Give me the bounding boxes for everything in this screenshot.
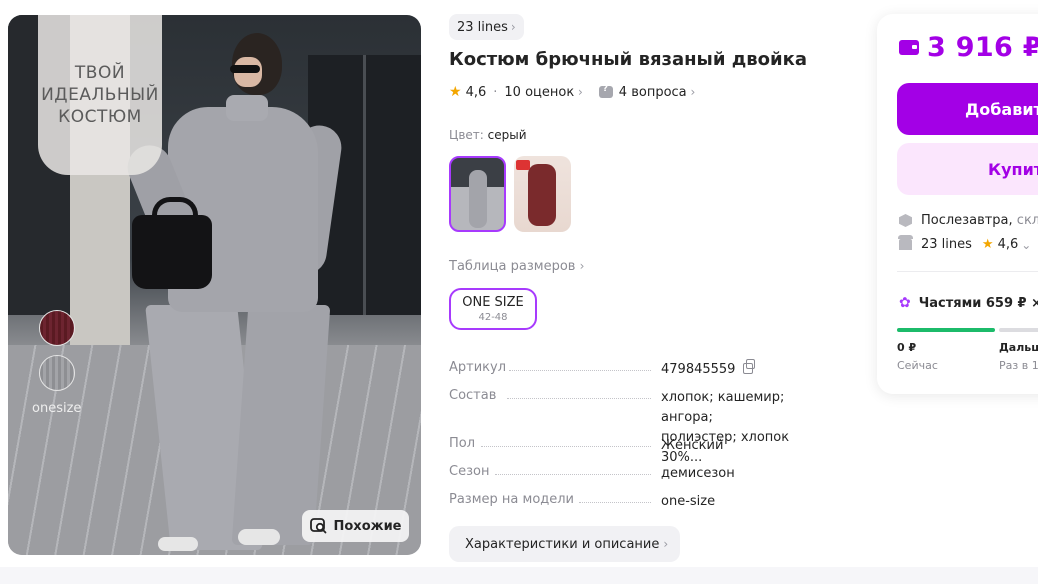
spec-key: Пол <box>449 436 476 451</box>
spec-row-model-size: Размер на модели one-size <box>449 492 834 512</box>
photo-promo-badge: ТВОЙ ИДЕАЛЬНЫЙ КОСТЮМ <box>38 15 162 175</box>
questions-link[interactable]: 4 вопроса <box>619 85 687 100</box>
search-similar-icon <box>309 518 326 534</box>
spec-key: Состав <box>449 388 497 403</box>
rating-value: 4,6 <box>465 84 487 100</box>
color-swatch-burgundy <box>39 310 75 346</box>
chevron-right-icon: › <box>510 20 516 34</box>
installments-label: Частями 659 ₽ × 6 <box>918 295 1038 311</box>
model-turtleneck <box>226 95 268 121</box>
question-icon <box>598 84 613 98</box>
spec-row-season: Сезон демисезон <box>449 464 834 484</box>
chevron-down-icon: ⌄ <box>1021 237 1032 252</box>
model-shoe-left <box>158 537 198 551</box>
similar-button[interactable]: Похожие <box>302 510 409 542</box>
color-option-gray[interactable] <box>449 156 506 232</box>
installment-progress-now <box>897 328 995 332</box>
pay-later-amount: Дальш <box>999 341 1038 354</box>
photo-onesize-label: onesize <box>32 401 82 416</box>
spec-value: демисезон <box>661 466 735 481</box>
spec-value: Женский <box>661 438 724 453</box>
spec-leader <box>509 370 651 371</box>
price-row: 3 916 ₽ 10 <box>899 32 1038 63</box>
product-main-photo[interactable]: ТВОЙ ИДЕАЛЬНЫЙ КОСТЮМ onesize Похожие <box>8 15 421 555</box>
rating-row: ★ 4,6 · 10 оценок › 4 вопроса › <box>449 84 695 100</box>
model-trousers-right <box>231 305 331 545</box>
delivery-row: Послезавтра, скла <box>899 213 1038 228</box>
buy-now-label: Купить <box>988 159 1038 179</box>
size-option-range: 42-48 <box>478 312 508 323</box>
spec-row-gender: Пол Женский <box>449 436 834 456</box>
color-value: серый <box>487 128 527 142</box>
spec-key: Размер на модели <box>449 492 575 507</box>
spec-value: one-size <box>661 494 716 509</box>
color-label: Цвет: серый <box>449 128 527 142</box>
current-price: 3 916 ₽ <box>927 32 1038 63</box>
product-title: Костюм брючный вязаный двойка <box>449 49 807 70</box>
spec-leader <box>481 446 651 447</box>
buy-now-button[interactable]: Купить <box>897 143 1038 195</box>
spec-key: Артикул <box>449 360 507 375</box>
delivery-warehouse: скла <box>1016 213 1038 228</box>
spec-value: 479845559 <box>661 359 756 380</box>
installment-progress-later <box>999 328 1038 332</box>
spec-row-composition: Состав хлопок; кашемир; ангора; полиэстер… <box>449 388 834 465</box>
copy-icon[interactable] <box>743 359 756 374</box>
page-bottom-strip <box>0 567 1038 584</box>
chevron-right-icon: › <box>663 537 669 551</box>
separator-dot: · <box>493 84 498 100</box>
add-to-cart-button[interactable]: Добавить <box>897 83 1038 135</box>
card-divider <box>897 271 1038 272</box>
spec-row-article: Артикул 479845559 <box>449 359 834 380</box>
seller-row[interactable]: 23 lines ★ 4,6 ⌄ <box>898 235 1032 252</box>
spec-leader <box>507 398 651 399</box>
model-shoe-right <box>238 529 280 545</box>
spec-value: хлопок; кашемир; ангора; полиэстер; хлопо… <box>661 388 834 468</box>
size-table-label: Таблица размеров <box>449 259 576 274</box>
size-option-one-size[interactable]: ONE SIZE 42-48 <box>449 288 537 330</box>
model-sunglasses <box>230 65 260 73</box>
characteristics-button-label: Характеристики и описание <box>465 536 660 552</box>
reviews-link[interactable]: 10 оценок <box>504 85 574 100</box>
wallet-icon <box>899 40 919 55</box>
article-number: 479845559 <box>661 362 736 377</box>
pay-later-label: Раз в 14 <box>999 359 1038 372</box>
brand-link[interactable]: 23 lines › <box>449 14 524 40</box>
characteristics-button[interactable]: Характеристики и описание › <box>449 526 681 562</box>
seller-rating: 4,6 <box>997 237 1019 252</box>
installments-icon: ✿ <box>899 295 911 311</box>
size-option-label: ONE SIZE <box>462 295 524 310</box>
buy-card: 3 916 ₽ 10 Добавить Купить Послезавтра, … <box>877 14 1038 394</box>
color-label-key: Цвет: <box>449 128 484 142</box>
brand-name: 23 lines <box>457 19 508 35</box>
installments-row[interactable]: ✿ Частями 659 ₽ × 6 <box>899 295 1038 311</box>
color-swatch-gray <box>39 355 75 391</box>
spec-key: Сезон <box>449 464 490 479</box>
chevron-right-icon: › <box>579 259 585 273</box>
composition-line-1: хлопок; кашемир; ангора; <box>661 390 785 425</box>
similar-button-label: Похожие <box>333 518 402 534</box>
chevron-right-icon: › <box>574 85 583 99</box>
color-option-burgundy[interactable] <box>514 156 571 232</box>
chevron-right-icon: › <box>686 85 696 99</box>
spec-leader <box>579 502 651 503</box>
pay-now-amount: 0 ₽ <box>897 341 917 354</box>
store-icon <box>898 235 913 250</box>
model-handbag <box>132 197 212 289</box>
delivery-date: Послезавтра, <box>921 213 1013 228</box>
seller-name: 23 lines <box>921 237 972 252</box>
star-icon: ★ <box>449 84 462 100</box>
box-icon <box>899 214 912 227</box>
size-table-link[interactable]: Таблица размеров › <box>449 259 584 274</box>
add-to-cart-label: Добавить <box>965 99 1038 119</box>
star-icon: ★ <box>981 237 994 252</box>
pay-now-label: Сейчас <box>897 359 938 372</box>
spec-leader <box>495 474 651 475</box>
